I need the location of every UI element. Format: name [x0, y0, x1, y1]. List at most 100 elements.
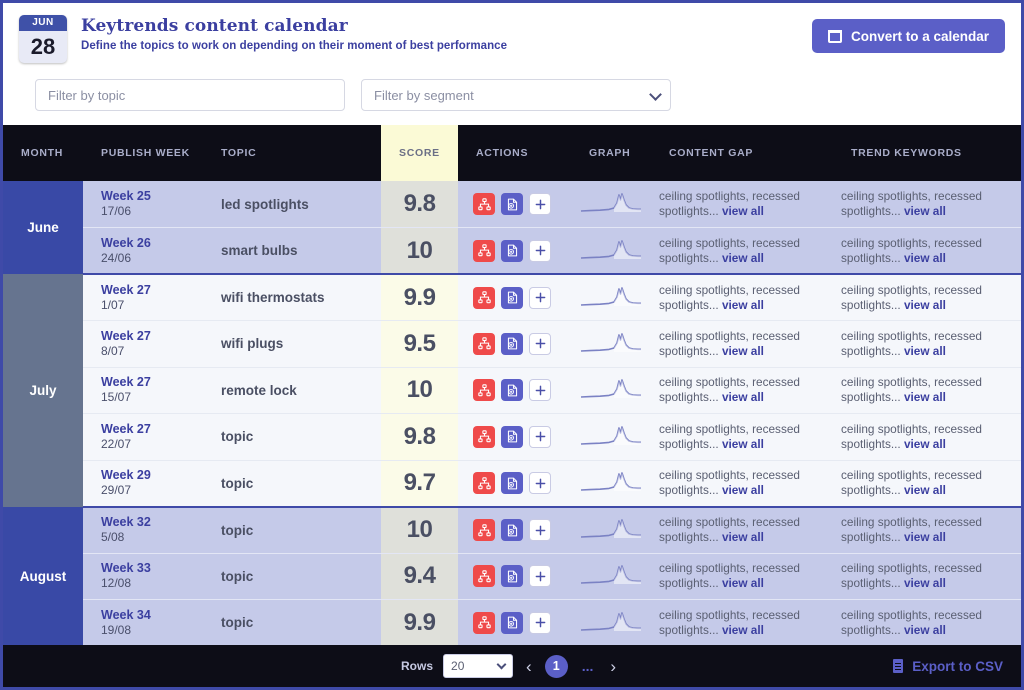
column-header-score[interactable]: SCORE: [381, 125, 458, 181]
topic-cell[interactable]: smart bulbs: [203, 227, 381, 275]
publish-week-cell[interactable]: Week 27 8/07: [83, 320, 203, 368]
publish-week-cell[interactable]: Week 34 19/08: [83, 599, 203, 645]
table-row[interactable]: Week 27 22/07 topic 9.8 ceiling spotlights, …: [3, 413, 1021, 461]
content-gap-view-all-link[interactable]: view all: [722, 251, 764, 265]
column-header-actions[interactable]: ACTIONS: [458, 125, 571, 181]
content-gap-view-all-link[interactable]: view all: [722, 298, 764, 312]
add-action-button[interactable]: [529, 472, 551, 494]
graph-cell[interactable]: [571, 599, 651, 645]
trend-keywords-view-all-link[interactable]: view all: [904, 437, 946, 451]
table-row[interactable]: August Week 32 5/08 topic 10 ceiling spotligh…: [3, 505, 1021, 645]
sitemap-action-button[interactable]: [473, 565, 495, 588]
add-action-button[interactable]: [529, 565, 551, 588]
trend-keywords-view-all-link[interactable]: view all: [904, 204, 946, 218]
trend-keywords-view-all-link[interactable]: view all: [904, 251, 946, 265]
publish-week-cell[interactable]: Week 25 17/06: [83, 181, 203, 228]
content-gap-view-all-link[interactable]: view all: [722, 576, 764, 590]
graph-cell[interactable]: [571, 181, 651, 228]
topic-cell[interactable]: topic: [203, 505, 381, 554]
table-row[interactable]: Week 29 29/07 topic 9.7 ceiling spotlights, …: [3, 460, 1021, 507]
trend-keywords-view-all-link[interactable]: view all: [904, 298, 946, 312]
add-document-action-button[interactable]: [501, 332, 523, 355]
content-gap-view-all-link[interactable]: view all: [722, 344, 764, 358]
add-document-action-button[interactable]: [501, 379, 523, 402]
week-number-label[interactable]: Week 33: [101, 561, 203, 576]
publish-week-cell[interactable]: Week 33 12/08: [83, 553, 203, 600]
week-number-label[interactable]: Week 27: [101, 283, 203, 298]
sitemap-action-button[interactable]: [473, 472, 495, 494]
trend-keywords-view-all-link[interactable]: view all: [904, 530, 946, 544]
rows-per-page-select[interactable]: 20: [443, 654, 514, 678]
add-action-button[interactable]: [529, 425, 551, 448]
graph-cell[interactable]: [571, 273, 651, 321]
add-document-action-button[interactable]: [501, 565, 523, 588]
week-number-label[interactable]: Week 29: [101, 468, 203, 483]
convert-to-calendar-button[interactable]: Convert to a calendar: [811, 19, 1005, 53]
trend-keywords-view-all-link[interactable]: view all: [904, 344, 946, 358]
topic-cell[interactable]: led spotlights: [203, 181, 381, 228]
column-header-graph[interactable]: GRAPH: [571, 125, 651, 181]
graph-cell[interactable]: [571, 227, 651, 275]
trend-keywords-view-all-link[interactable]: view all: [904, 623, 946, 637]
trend-keywords-view-all-link[interactable]: view all: [904, 576, 946, 590]
table-row[interactable]: Week 34 19/08 topic 9.9 ceiling spotlights, …: [3, 599, 1021, 645]
add-document-action-button[interactable]: [501, 519, 523, 541]
sitemap-action-button[interactable]: [473, 519, 495, 541]
column-header-trend-keywords[interactable]: TREND KEYWORDS: [833, 125, 1021, 181]
publish-week-cell[interactable]: Week 26 24/06: [83, 227, 203, 275]
publish-week-cell[interactable]: Week 27 22/07: [83, 413, 203, 461]
table-row[interactable]: Week 27 15/07 remote lock 10 ceiling spotlig…: [3, 367, 1021, 414]
filter-segment-select[interactable]: Filter by segment: [361, 79, 671, 111]
next-page-button[interactable]: ›: [607, 658, 619, 675]
content-gap-view-all-link[interactable]: view all: [722, 530, 764, 544]
publish-week-cell[interactable]: Week 32 5/08: [83, 505, 203, 554]
add-document-action-button[interactable]: [501, 611, 523, 634]
topic-cell[interactable]: topic: [203, 413, 381, 461]
sitemap-action-button[interactable]: [473, 286, 495, 309]
week-number-label[interactable]: Week 34: [101, 608, 203, 623]
add-document-action-button[interactable]: [501, 286, 523, 309]
content-gap-view-all-link[interactable]: view all: [722, 623, 764, 637]
content-gap-view-all-link[interactable]: view all: [722, 437, 764, 451]
content-gap-view-all-link[interactable]: view all: [722, 390, 764, 404]
trend-keywords-view-all-link[interactable]: view all: [904, 390, 946, 404]
add-action-button[interactable]: [529, 332, 551, 355]
topic-cell[interactable]: topic: [203, 460, 381, 507]
week-number-label[interactable]: Week 32: [101, 515, 203, 530]
topic-cell[interactable]: remote lock: [203, 367, 381, 414]
add-action-button[interactable]: [529, 193, 551, 215]
table-row[interactable]: Week 27 8/07 wifi plugs 9.5 ceiling spotligh…: [3, 320, 1021, 368]
graph-cell[interactable]: [571, 320, 651, 368]
sitemap-action-button[interactable]: [473, 379, 495, 402]
add-document-action-button[interactable]: [501, 425, 523, 448]
week-number-label[interactable]: Week 26: [101, 236, 203, 251]
add-action-button[interactable]: [529, 611, 551, 634]
page-number-1-button[interactable]: 1: [544, 654, 568, 678]
graph-cell[interactable]: [571, 505, 651, 554]
table-row[interactable]: Week 26 24/06 smart bulbs 10 ceiling spotlig…: [3, 227, 1021, 275]
topic-cell[interactable]: wifi thermostats: [203, 273, 381, 321]
add-document-action-button[interactable]: [501, 193, 523, 215]
table-row[interactable]: June Week 25 17/06 led spotlights 9.8 ceiling…: [3, 181, 1021, 274]
table-row[interactable]: July Week 27 1/07 wifi thermostats 9.9 ceilin…: [3, 273, 1021, 507]
sitemap-action-button[interactable]: [473, 611, 495, 634]
week-number-label[interactable]: Week 27: [101, 329, 203, 344]
add-action-button[interactable]: [529, 379, 551, 402]
pagination-ellipsis[interactable]: ...: [578, 658, 598, 674]
topic-cell[interactable]: topic: [203, 599, 381, 645]
topic-cell[interactable]: topic: [203, 553, 381, 600]
content-gap-view-all-link[interactable]: view all: [722, 483, 764, 497]
publish-week-cell[interactable]: Week 29 29/07: [83, 460, 203, 507]
graph-cell[interactable]: [571, 460, 651, 507]
topic-cell[interactable]: wifi plugs: [203, 320, 381, 368]
sitemap-action-button[interactable]: [473, 193, 495, 215]
column-header-content-gap[interactable]: CONTENT GAP: [651, 125, 833, 181]
add-action-button[interactable]: [529, 519, 551, 541]
add-action-button[interactable]: [529, 286, 551, 309]
week-number-label[interactable]: Week 27: [101, 422, 203, 437]
sitemap-action-button[interactable]: [473, 332, 495, 355]
week-number-label[interactable]: Week 25: [101, 189, 203, 204]
table-row[interactable]: Week 33 12/08 topic 9.4 ceiling spotlights, …: [3, 553, 1021, 600]
sitemap-action-button[interactable]: [473, 425, 495, 448]
content-gap-view-all-link[interactable]: view all: [722, 204, 764, 218]
